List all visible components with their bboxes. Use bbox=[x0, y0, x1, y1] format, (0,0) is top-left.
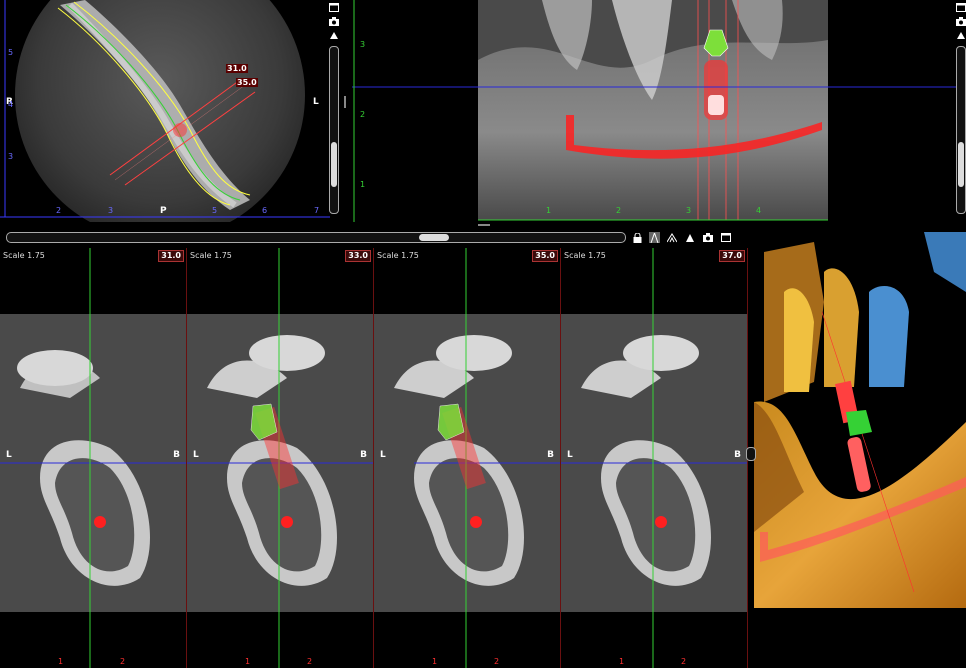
slice-scale-label: Scale 1.75 bbox=[3, 251, 45, 260]
panoramic-image bbox=[352, 0, 956, 222]
slice-label-lingual: L bbox=[193, 450, 199, 460]
splitter-handle[interactable] bbox=[478, 224, 490, 226]
slice-ruler-tick: 1 bbox=[432, 657, 438, 666]
slice-ruler-tick: 2 bbox=[120, 657, 126, 666]
axial-ruler-tick: 6 bbox=[262, 206, 268, 215]
axial-view[interactable]: R L P 31.0 35.0 5 4 3 2 3 5 6 7 bbox=[0, 0, 340, 222]
slices-horizontal-scrollbar[interactable] bbox=[6, 232, 626, 243]
density-icon[interactable] bbox=[649, 232, 660, 243]
splitter-handle[interactable] bbox=[344, 96, 346, 108]
slice-label-buccal: B bbox=[547, 450, 554, 460]
slice-bottom-ruler: 1 2 1 2 1 2 1 2 bbox=[0, 656, 748, 668]
pano-vertical-scrollbar[interactable] bbox=[956, 46, 966, 214]
slice-ruler-tick: 2 bbox=[681, 657, 687, 666]
slice-scale-label: Scale 1.75 bbox=[377, 251, 419, 260]
slice-ruler-tick: 1 bbox=[619, 657, 625, 666]
axial-ruler-tick: 5 bbox=[212, 206, 218, 215]
pano-ruler-tick: 4 bbox=[756, 206, 762, 215]
axial-label-left: L bbox=[313, 97, 319, 107]
window-icon[interactable] bbox=[955, 2, 966, 13]
slice-position-badge: 31.0 bbox=[158, 250, 184, 262]
pano-ruler-tick: 3 bbox=[686, 206, 692, 215]
3d-vertical-scrollbar[interactable] bbox=[746, 447, 756, 461]
window-icon[interactable] bbox=[720, 232, 731, 243]
slice-label-lingual: L bbox=[380, 450, 386, 460]
slice-image bbox=[561, 248, 747, 668]
slice-position-badge: 33.0 bbox=[345, 250, 371, 262]
cross-section-strip: Scale 1.75 31.0 L B Scale 1.75 33.0 L B bbox=[0, 248, 748, 668]
camera-icon[interactable] bbox=[702, 232, 713, 243]
pano-ruler-tick: 1 bbox=[360, 180, 366, 189]
3d-render bbox=[754, 232, 966, 608]
panoramic-view[interactable]: 3 2 1 1 2 3 4 bbox=[352, 0, 956, 222]
slice-ruler-tick: 1 bbox=[245, 657, 251, 666]
pano-ruler-tick: 2 bbox=[616, 206, 622, 215]
lock-icon[interactable] bbox=[632, 232, 643, 243]
slice-scale-label: Scale 1.75 bbox=[564, 251, 606, 260]
axial-ruler-tick: 3 bbox=[8, 152, 14, 161]
pano-ruler-tick: 1 bbox=[546, 206, 552, 215]
cross-section-slice[interactable]: Scale 1.75 35.0 L B bbox=[374, 248, 561, 668]
slice-ruler-tick: 2 bbox=[494, 657, 500, 666]
slice-scale-label: Scale 1.75 bbox=[190, 251, 232, 260]
axial-image bbox=[0, 0, 330, 222]
slice-image bbox=[374, 248, 560, 668]
slice-label-buccal: B bbox=[360, 450, 367, 460]
axial-ruler-tick: 7 bbox=[314, 206, 320, 215]
scrollbar-thumb[interactable] bbox=[331, 142, 337, 187]
scrollbar-thumb[interactable] bbox=[958, 142, 964, 187]
slice-position-badge: 37.0 bbox=[719, 250, 745, 262]
slice-label-lingual: L bbox=[6, 450, 12, 460]
slice-label-lingual: L bbox=[567, 450, 573, 460]
scrollbar-thumb[interactable] bbox=[419, 234, 449, 241]
axial-vertical-scrollbar[interactable] bbox=[329, 46, 339, 214]
camera-icon[interactable] bbox=[328, 16, 339, 27]
slice-label-buccal: B bbox=[734, 450, 741, 460]
slice-ruler-tick: 1 bbox=[58, 657, 64, 666]
axial-ruler-tick: 3 bbox=[108, 206, 114, 215]
cross-section-slice[interactable]: Scale 1.75 37.0 L B bbox=[561, 248, 748, 668]
cross-section-slice[interactable]: Scale 1.75 33.0 L B bbox=[187, 248, 374, 668]
axial-ruler-tick: 2 bbox=[56, 206, 62, 215]
cursor-icon[interactable] bbox=[955, 30, 966, 41]
cursor-icon[interactable] bbox=[684, 232, 695, 243]
axial-ruler-tick: 4 bbox=[8, 100, 14, 109]
pano-ruler-tick: 2 bbox=[360, 110, 366, 119]
camera-icon[interactable] bbox=[955, 16, 966, 27]
axial-label-posterior: P bbox=[160, 206, 167, 216]
cross-section-slice[interactable]: Scale 1.75 31.0 L B bbox=[0, 248, 187, 668]
window-icon[interactable] bbox=[328, 2, 339, 13]
pano-ruler-tick: 3 bbox=[360, 40, 366, 49]
cursor-icon[interactable] bbox=[328, 30, 339, 41]
slice-label-buccal: B bbox=[173, 450, 180, 460]
slice-image bbox=[187, 248, 373, 668]
slice-position-badge: 35.0 bbox=[532, 250, 558, 262]
slice-image bbox=[0, 248, 186, 668]
3d-view[interactable] bbox=[754, 232, 966, 608]
slice-ruler-tick: 2 bbox=[307, 657, 313, 666]
measure-icon[interactable] bbox=[666, 232, 677, 243]
axial-ruler-tick: 5 bbox=[8, 48, 14, 57]
axial-marker-1: 31.0 bbox=[226, 64, 248, 73]
axial-marker-2: 35.0 bbox=[236, 78, 258, 87]
